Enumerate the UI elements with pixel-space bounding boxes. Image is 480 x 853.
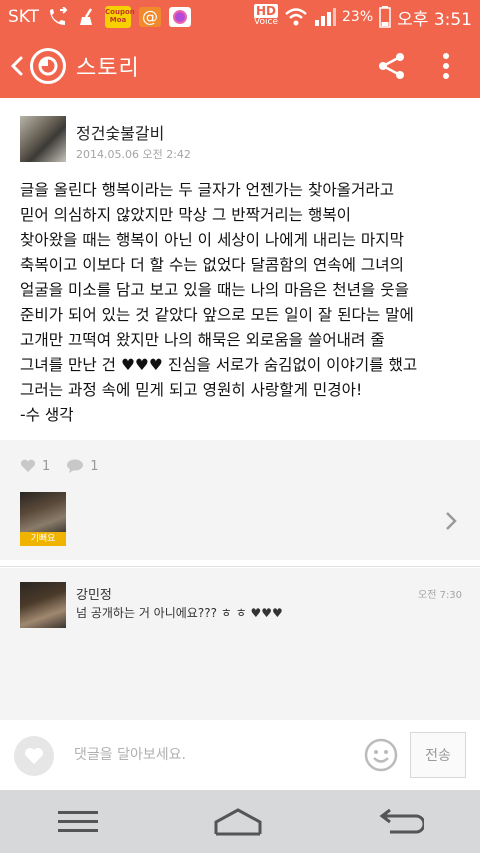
coupon-moa-label-2: Moa — [109, 16, 127, 24]
chevron-left-icon — [10, 56, 23, 76]
share-icon[interactable] — [378, 52, 406, 80]
author-name[interactable]: 정건숯불갈비 — [76, 120, 164, 144]
wifi-icon — [285, 8, 307, 26]
post-header: 정건숯불갈비 2014.05.06 오전 2:42 — [0, 98, 480, 178]
hd-label: HD — [254, 4, 279, 18]
carrier-label: SKT — [8, 7, 40, 27]
battery-percent: 23% — [342, 9, 374, 25]
likers-row[interactable]: 기뻐요 — [0, 484, 480, 560]
system-nav-bar — [0, 790, 480, 853]
like-count: 1 — [42, 458, 51, 474]
emoticon-icon[interactable] — [364, 738, 398, 772]
call-forward-icon — [50, 7, 68, 25]
post-date: 2014.05.06 오전 2:42 — [76, 148, 191, 161]
back-arrow-icon[interactable] — [376, 808, 424, 836]
status-bar: SKT Coupon Moa @ HD Voice 23% 오후 3:51 — [0, 0, 480, 34]
like-button[interactable] — [14, 736, 54, 776]
comment-input[interactable] — [74, 742, 354, 768]
home-icon[interactable] — [212, 807, 264, 836]
liker-avatar[interactable] — [20, 492, 66, 534]
back-button[interactable] — [6, 34, 28, 98]
comment-bubble-icon[interactable] — [66, 459, 84, 473]
status-right: HD Voice 23% 오후 3:51 — [254, 4, 472, 30]
liker-emotion-badge: 기뻐요 — [20, 532, 66, 546]
more-vertical-icon[interactable] — [442, 52, 450, 80]
signal-icon — [315, 8, 337, 26]
status-left: SKT Coupon Moa @ — [8, 6, 192, 28]
heart-icon[interactable] — [20, 459, 36, 473]
comment-count: 1 — [90, 458, 99, 474]
email-app-icon: @ — [139, 7, 162, 27]
page-title: 스토리 — [76, 56, 140, 81]
send-button[interactable]: 전송 — [410, 732, 466, 778]
menu-icon[interactable] — [56, 809, 100, 835]
kakaostory-logo-icon[interactable] — [30, 48, 66, 84]
divider — [0, 566, 480, 567]
app-bar-actions — [378, 52, 450, 80]
commenter-avatar[interactable] — [20, 582, 66, 628]
clock: 오후 3:51 — [397, 9, 472, 30]
comments-section: 강민정 오전 7:30 넘 공개하는 거 아니에요??? ㅎ ㅎ ♥♥♥ — [0, 568, 480, 720]
app-bar: 스토리 — [0, 34, 480, 98]
hd-voice-icon: HD Voice — [254, 4, 279, 27]
heart-icon — [25, 748, 43, 764]
author-avatar[interactable] — [20, 116, 66, 162]
camera-app-icon — [169, 7, 192, 27]
comment-time: 오전 7:30 — [418, 590, 463, 601]
voice-label: Voice — [254, 17, 278, 27]
coupon-moa-icon: Coupon Moa — [105, 6, 135, 28]
comment-input-bar: 전송 — [0, 720, 480, 790]
post-body: 글을 올린다 행복이라는 두 글자가 언젠가는 찾아올거라고 믿어 의심하지 않… — [20, 181, 418, 424]
comment-text: 넘 공개하는 거 아니에요??? ㅎ ㅎ ♥♥♥ — [76, 606, 283, 620]
chevron-right-icon[interactable] — [444, 510, 458, 532]
broom-icon — [80, 8, 93, 25]
commenter-name[interactable]: 강민정 — [76, 584, 112, 603]
battery-icon — [379, 6, 391, 28]
coupon-moa-label-1: Coupon — [105, 8, 135, 16]
